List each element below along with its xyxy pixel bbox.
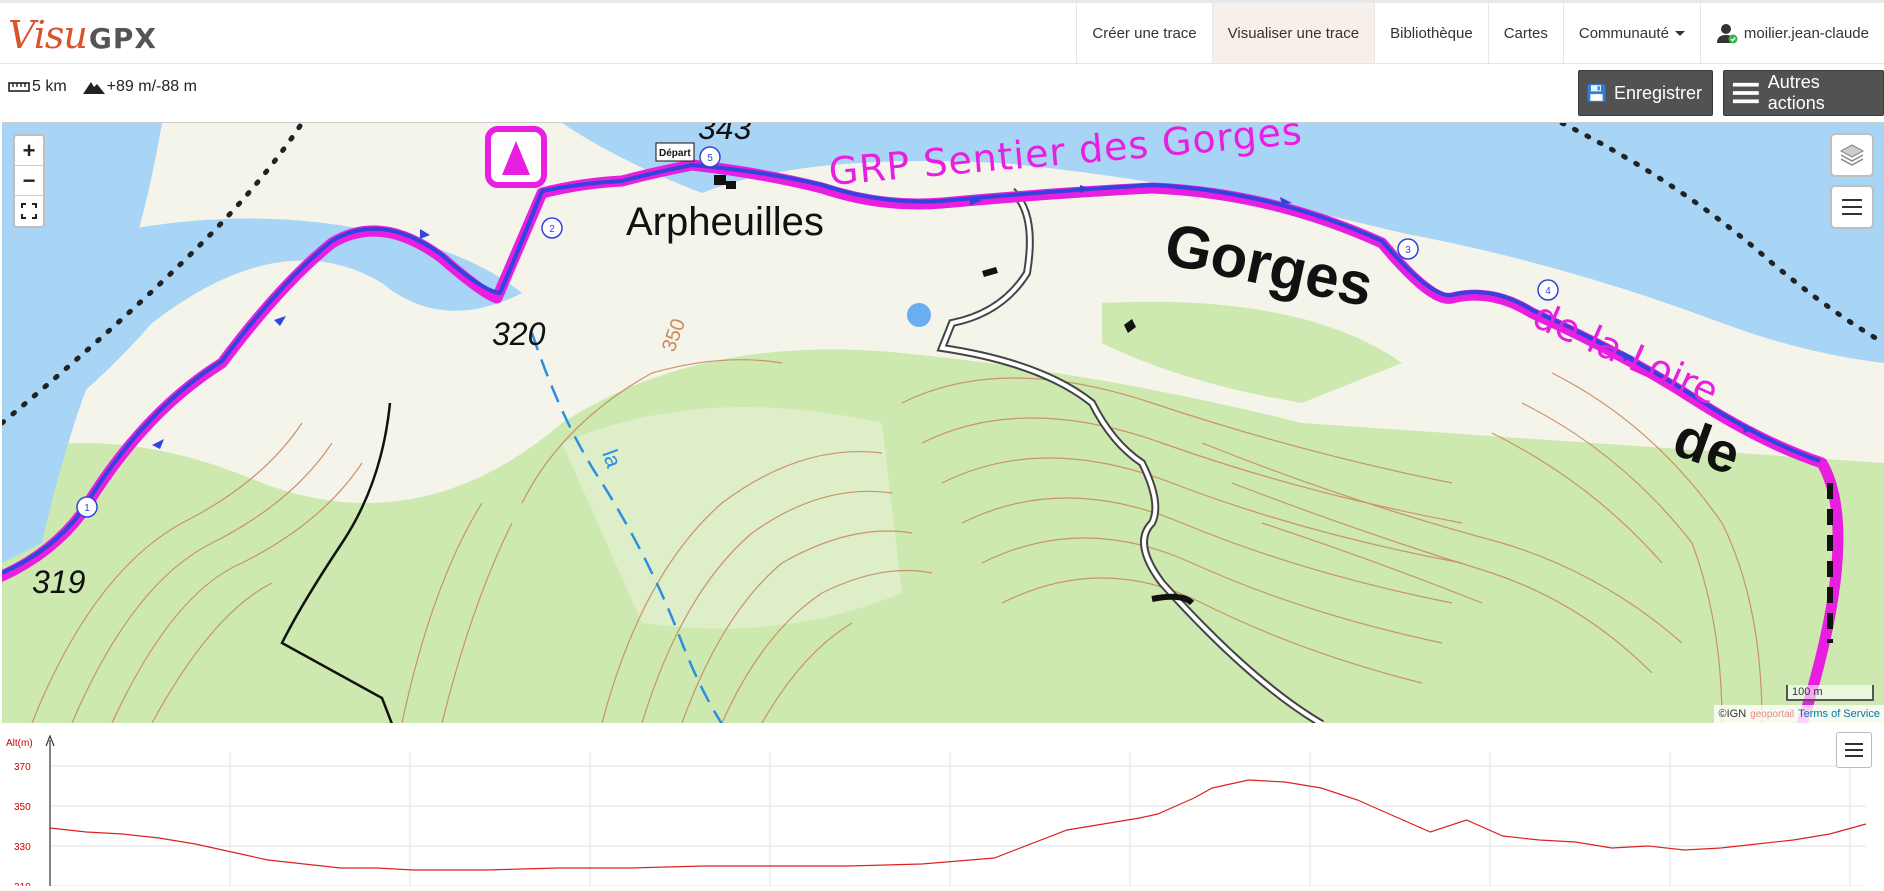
save-button-label: Enregistrer — [1613, 82, 1702, 103]
svg-text:4: 4 — [1545, 286, 1551, 297]
altitude-343-label: 343 — [698, 123, 752, 146]
user-icon — [1716, 24, 1738, 44]
brand-logo[interactable]: Visu GPX — [8, 13, 157, 57]
elevation-line — [49, 779, 1867, 871]
svg-text:3: 3 — [1405, 245, 1411, 256]
save-button[interactable]: Enregistrer — [1578, 70, 1713, 116]
start-flag[interactable]: Départ — [655, 142, 695, 162]
top-navbar: Visu GPX Créer une trace Visualiser une … — [0, 0, 1884, 64]
ruler-icon — [8, 82, 30, 92]
fullscreen-button[interactable] — [15, 196, 43, 226]
terms-of-service-link[interactable]: Terms of Service — [1798, 708, 1880, 720]
distance-value: 5 km — [32, 78, 67, 95]
hamburger-icon — [1842, 199, 1862, 215]
elevation-chart[interactable]: Alt(m) 310 330 350 370 — [0, 726, 1884, 891]
altitude-320-label: 320 — [492, 316, 546, 352]
map-attribution: ©IGN geoportail Terms of Service — [1714, 705, 1884, 723]
map-scale: 100 m — [1786, 685, 1874, 701]
y-tick-label: 370 — [14, 762, 31, 773]
zoom-controls: + − — [13, 134, 45, 228]
village-label: Arpheuilles — [626, 200, 824, 244]
y-axis-label: Alt(m) — [6, 738, 33, 749]
svg-text:1: 1 — [84, 503, 90, 514]
waypoint-1[interactable]: 1 — [76, 496, 98, 518]
map-view[interactable]: GRP Sentier des Gorges de la Loire Arphe… — [2, 122, 1884, 723]
topo-map[interactable]: GRP Sentier des Gorges de la Loire Arphe… — [2, 123, 1884, 723]
zoom-out-button[interactable]: − — [15, 166, 43, 196]
distance-stat: 5 km — [8, 78, 67, 96]
attribution-ign: ©IGN — [1718, 708, 1747, 720]
map-menu-button[interactable] — [1830, 185, 1874, 229]
chevron-down-icon — [1674, 30, 1685, 36]
user-name: moilier.jean-claude — [1743, 24, 1869, 42]
y-tick-label: 350 — [14, 802, 31, 813]
track-stats: 5 km +89 m/-88 m — [8, 76, 213, 98]
nav-library[interactable]: Bibliothèque — [1374, 3, 1488, 63]
altitude-319-label: 319 — [32, 564, 86, 600]
waypoint-4[interactable]: 4 — [1537, 279, 1559, 301]
more-actions-button[interactable]: Autres actions — [1723, 70, 1884, 116]
floppy-disk-icon — [1587, 84, 1606, 102]
nav-community-label: Communauté — [1578, 24, 1669, 42]
y-tick-label: 310 — [14, 882, 31, 886]
hamburger-icon — [1732, 82, 1759, 104]
geoportail-logo: geoportail — [1750, 708, 1795, 720]
more-actions-label: Autres actions — [1767, 72, 1825, 113]
nav-user[interactable]: moilier.jean-claude — [1699, 3, 1884, 63]
chart-menu-button[interactable] — [1836, 732, 1872, 768]
nav-community[interactable]: Communauté — [1562, 3, 1700, 63]
layers-icon — [1839, 144, 1865, 166]
svg-text:5: 5 — [707, 153, 713, 164]
waypoint-2[interactable]: 2 — [541, 217, 563, 239]
nav-create-track[interactable]: Créer une trace — [1076, 3, 1211, 63]
zoom-in-button[interactable]: + — [15, 136, 43, 166]
layers-button[interactable] — [1830, 133, 1874, 177]
nav-view-track[interactable]: Visualiser une trace — [1211, 3, 1375, 63]
elevation-profile[interactable]: Alt(m) 310 330 350 370 — [0, 726, 1884, 891]
fullscreen-icon — [21, 203, 37, 219]
mountain-icon — [82, 82, 105, 94]
svg-text:2: 2 — [549, 224, 555, 235]
brand-logo-part2: GPX — [88, 22, 157, 55]
hamburger-icon — [1845, 743, 1863, 757]
waypoint-3[interactable]: 3 — [1397, 238, 1419, 260]
nav-maps[interactable]: Cartes — [1487, 3, 1563, 63]
elevation-stat: +89 m/-88 m — [82, 78, 197, 96]
brand-logo-part1: Visu — [8, 13, 88, 57]
elevation-value: +89 m/-88 m — [106, 78, 197, 95]
main-nav: Créer une trace Visualiser une trace Bib… — [1076, 3, 1884, 63]
waypoint-5[interactable]: 5 — [699, 146, 721, 168]
start-flag-label: Départ — [659, 148, 691, 159]
y-tick-label: 330 — [14, 842, 31, 853]
